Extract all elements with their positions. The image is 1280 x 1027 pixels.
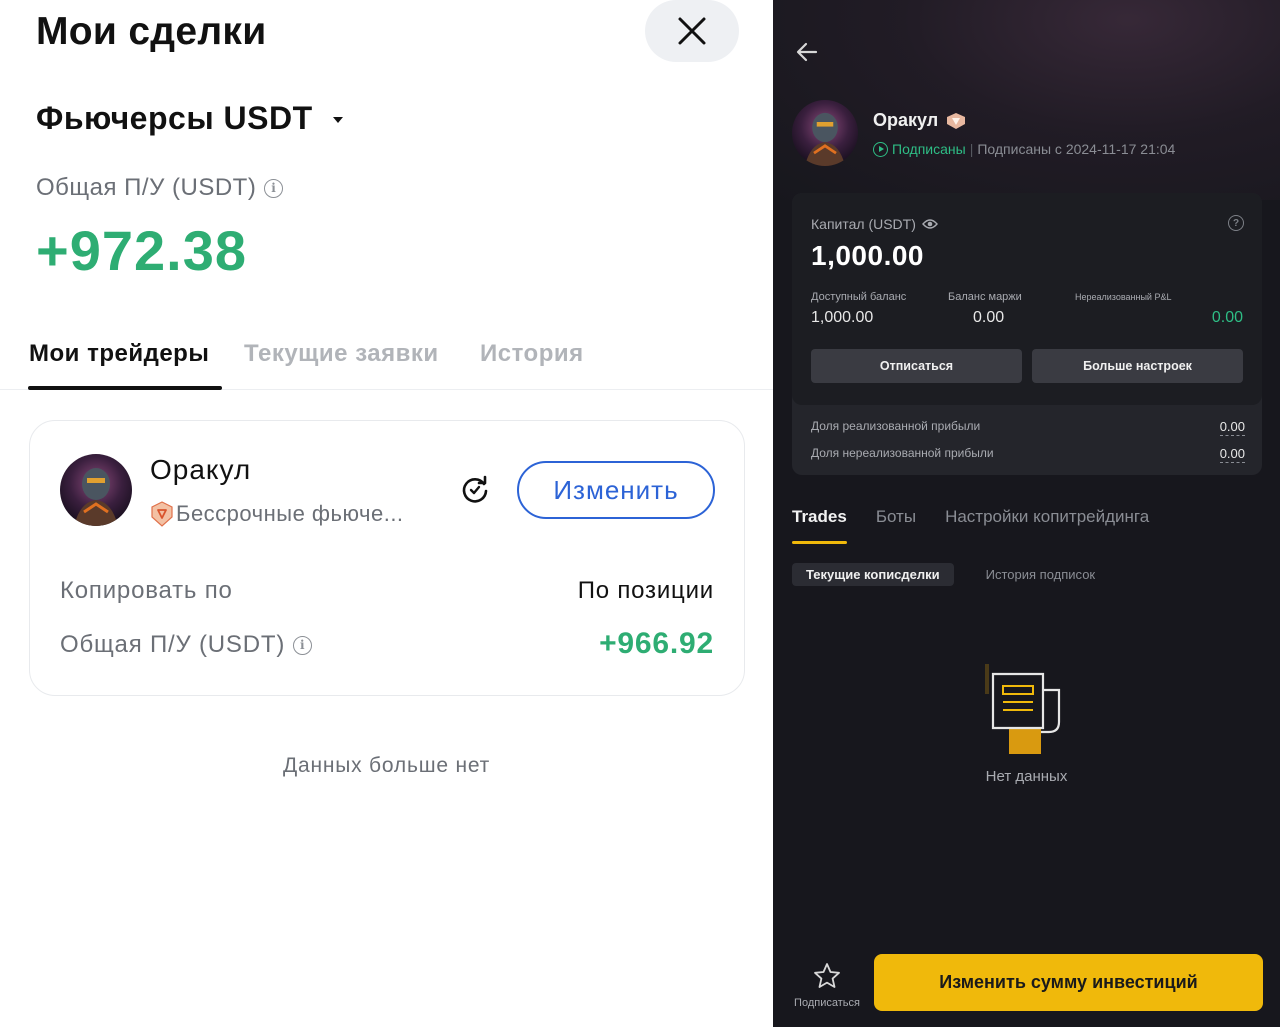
subtab-bar: Текущие копиcделки История подписок xyxy=(792,563,1109,586)
trader-name: Оракул xyxy=(873,110,966,131)
market-selector[interactable]: Фьючерсы USDT xyxy=(36,100,343,137)
trader-name-text: Оракул xyxy=(873,110,939,130)
no-more-data-text: Данных больше нет xyxy=(282,754,491,777)
copy-by-label: Копировать по xyxy=(60,577,233,604)
trader-name[interactable]: Оракул xyxy=(150,454,251,486)
info-icon[interactable]: i xyxy=(264,178,284,198)
market-selector-label: Фьючерсы USDT xyxy=(36,100,313,136)
subscribe-button[interactable]: Подписаться xyxy=(789,962,865,1009)
page-title: Мои сделки xyxy=(36,10,267,53)
subtab-current-copy-trades[interactable]: Текущие копиcделки xyxy=(792,563,954,586)
trader-type: Бессрочные фьюче... xyxy=(150,501,404,527)
tab-my-traders[interactable]: Мои трейдеры xyxy=(29,340,209,368)
unsubscribe-button[interactable]: Отписаться xyxy=(811,349,1022,383)
header-background xyxy=(773,0,1280,200)
unrealized-share-label: Доля нереализованной прибыли xyxy=(811,446,994,460)
edit-button[interactable]: Изменить xyxy=(517,461,715,519)
tab-trades[interactable]: Trades xyxy=(792,507,847,527)
close-icon xyxy=(678,17,706,45)
change-investment-button[interactable]: Изменить сумму инвестиций xyxy=(874,954,1263,1011)
tab-bar: Мои трейдеры Текущие заявки История xyxy=(0,320,773,390)
subscribed-since: Подписаны с 2024-11-17 21:04 xyxy=(977,141,1176,157)
margin-balance-label: Баланс маржи xyxy=(948,291,1022,303)
unrealized-share-row: Доля нереализованной прибыли 0.00 xyxy=(811,446,1245,463)
tab-history[interactable]: История xyxy=(480,340,584,368)
back-arrow-icon[interactable] xyxy=(795,40,819,64)
available-balance-label: Доступный баланс xyxy=(811,291,907,303)
realized-share-value: 0.00 xyxy=(1219,419,1245,436)
active-tab-indicator xyxy=(792,541,847,544)
trader-type-text: Бессрочные фьюче... xyxy=(176,501,404,526)
unrealized-pnl-value: 0.00 xyxy=(1211,309,1243,326)
capital-label-text: Капитал (USDT) xyxy=(811,216,916,232)
trader-pnl-label-text: Общая П/У (USDT) xyxy=(60,631,286,658)
refresh-icon[interactable] xyxy=(460,475,490,505)
total-pnl-value: +972.38 xyxy=(36,219,247,282)
tab-current-orders[interactable]: Текущие заявки xyxy=(244,340,439,368)
active-tab-indicator xyxy=(28,386,222,390)
close-button[interactable] xyxy=(645,0,739,62)
avatar[interactable] xyxy=(60,454,132,526)
copy-trader-details-panel: Оракул Подписаны | Подписаны с 2024-11-1… xyxy=(773,0,1280,1027)
trader-pnl-value: +966.92 xyxy=(599,627,714,660)
total-pnl-label-text: Общая П/У (USDT) xyxy=(36,174,257,201)
badge-icon xyxy=(151,501,173,527)
subtab-subscription-history[interactable]: История подписок xyxy=(972,563,1109,586)
empty-document-icon xyxy=(985,664,1061,754)
more-settings-button[interactable]: Больше настроек xyxy=(1032,349,1243,383)
star-icon xyxy=(814,963,840,988)
subscription-status: Подписаны | Подписаны с 2024-11-17 21:04 xyxy=(873,141,1175,157)
capital-card: Капитал (USDT) ? 1,000.00 Доступный бала… xyxy=(792,193,1262,475)
realized-share-label: Доля реализованной прибыли xyxy=(811,419,981,433)
avatar[interactable] xyxy=(792,100,858,166)
subscribed-label: Подписаны xyxy=(892,141,966,157)
subscribe-label: Подписаться xyxy=(794,997,860,1009)
capital-value: 1,000.00 xyxy=(811,240,924,271)
margin-balance-value: 0.00 xyxy=(973,309,1005,326)
empty-state-text: Нет данных xyxy=(985,768,1068,785)
tab-copytrading-settings[interactable]: Настройки копитрейдинга xyxy=(945,507,1149,527)
total-pnl-label: Общая П/У (USDT) i xyxy=(36,174,284,202)
info-icon[interactable]: i xyxy=(293,635,313,655)
play-icon xyxy=(873,141,888,157)
caret-down-icon xyxy=(332,116,343,123)
help-icon[interactable]: ? xyxy=(1228,215,1244,231)
badge-icon xyxy=(947,112,966,129)
eye-icon[interactable] xyxy=(921,218,938,230)
available-balance-value: 1,000.00 xyxy=(811,309,874,326)
my-trades-panel: Мои сделки Фьючерсы USDT Общая П/У (USDT… xyxy=(0,0,773,1027)
capital-label: Капитал (USDT) xyxy=(811,216,938,232)
unrealized-pnl-label: Нереализованный P&L xyxy=(1075,292,1172,302)
copy-by-value: По позиции xyxy=(577,577,714,604)
trader-card: Оракул Бессрочные фьюче... Изменить Копи… xyxy=(29,420,745,696)
trader-pnl-label: Общая П/У (USDT) i xyxy=(60,631,313,659)
realized-share-row: Доля реализованной прибыли 0.00 xyxy=(811,419,1245,436)
tab-bar: Trades Боты Настройки копитрейдинга xyxy=(792,507,1149,527)
tab-bots[interactable]: Боты xyxy=(876,507,916,527)
unrealized-share-value: 0.00 xyxy=(1219,446,1245,463)
capital-card-top: Капитал (USDT) ? 1,000.00 Доступный бала… xyxy=(792,193,1262,405)
